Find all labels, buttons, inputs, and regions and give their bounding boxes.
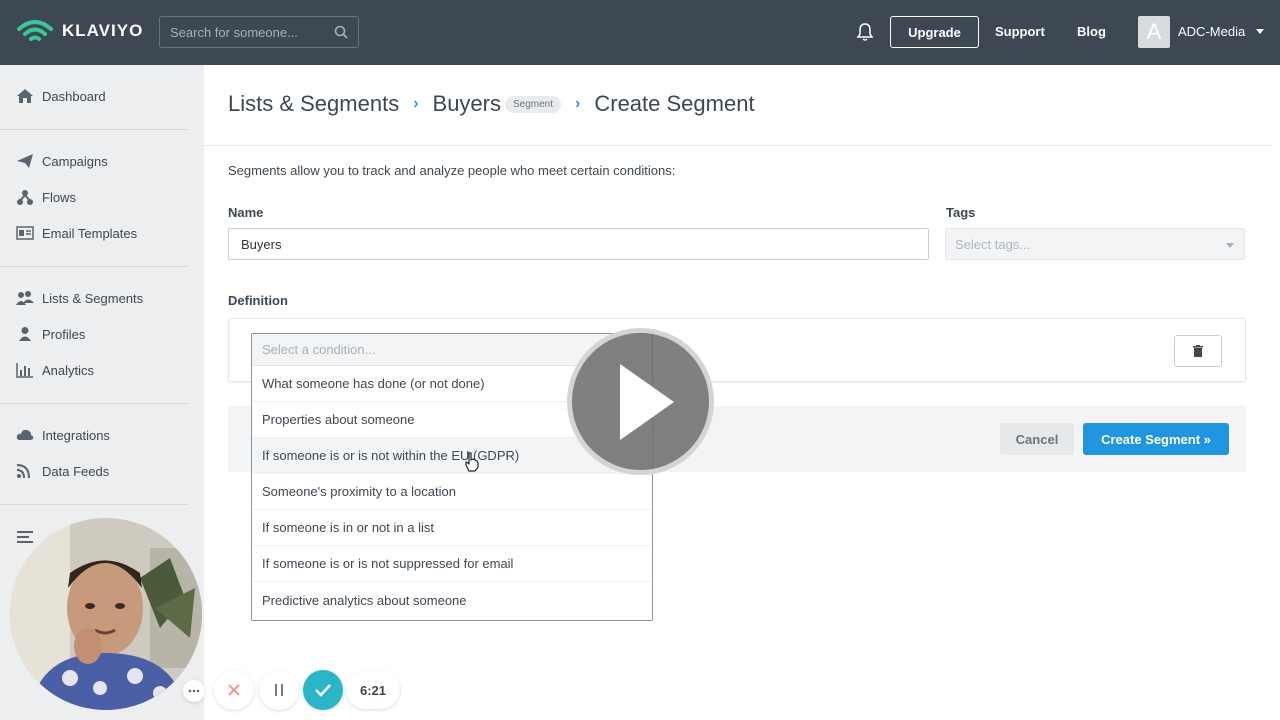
cancel-button[interactable]: Cancel	[1000, 423, 1074, 455]
logo-signal-icon	[17, 20, 53, 41]
sidebar-item-email-templates[interactable]: Email Templates	[16, 223, 137, 243]
bell-icon[interactable]	[855, 22, 875, 42]
sidebar-item-label: Email Templates	[42, 225, 138, 241]
name-field[interactable]: Buyers	[228, 228, 929, 260]
sidebar-item-label: Dashboard	[42, 88, 106, 104]
trash-icon	[1193, 345, 1203, 357]
support-link[interactable]: Support	[995, 24, 1045, 39]
sidebar-item-integrations[interactable]: Integrations	[16, 425, 110, 445]
sidebar-item-campaigns[interactable]: Campaigns	[16, 151, 108, 171]
sidebar-item-analytics[interactable]: Analytics	[16, 360, 94, 380]
user-icon	[19, 327, 31, 341]
hand-cursor-icon	[465, 452, 479, 472]
tags-label: Tags	[946, 205, 976, 220]
chevron-down-icon[interactable]	[1256, 29, 1264, 34]
condition-option[interactable]: Predictive analytics about someone	[252, 582, 652, 618]
video-play-button[interactable]	[567, 328, 714, 475]
search-input[interactable]: Search for someone...	[159, 16, 359, 48]
name-field-value: Buyers	[241, 236, 282, 252]
home-icon	[17, 89, 33, 103]
top-navbar: KLAVIYO Search for someone... Upgrade Su…	[0, 0, 1280, 65]
sidebar-item-label: Flows	[42, 189, 76, 205]
flows-icon	[17, 190, 33, 205]
pause-recording-button[interactable]	[259, 670, 299, 710]
rss-icon	[16, 464, 30, 479]
sidebar-item-label: Campaigns	[42, 153, 108, 169]
intro-text: Segments allow you to track and analyze …	[228, 163, 676, 178]
more-options-button[interactable]	[183, 680, 205, 702]
avatar[interactable]: A	[1138, 16, 1170, 48]
sidebar-item-label: Data Feeds	[42, 463, 110, 479]
sidebar-item-profiles[interactable]: Profiles	[16, 324, 85, 344]
search-icon	[334, 25, 348, 39]
chevron-right-icon: ›	[413, 95, 419, 112]
more-icon	[188, 689, 200, 693]
cloud-icon	[16, 429, 34, 440]
sidebar-item-dashboard[interactable]: Dashboard	[16, 86, 106, 106]
sidebar-item-data-feeds[interactable]: Data Feeds	[16, 461, 109, 481]
tags-select[interactable]: Select tags...	[945, 228, 1245, 260]
webcam-person-image	[10, 518, 202, 710]
cancel-recording-button[interactable]	[214, 670, 254, 710]
sidebar-divider	[0, 504, 188, 505]
delete-condition-button[interactable]	[1174, 335, 1222, 367]
breadcrumb-buyers[interactable]: Buyers	[433, 91, 501, 117]
sidebar-item-label: Lists & Segments	[42, 290, 144, 306]
sidebar-item-label: Profiles	[42, 326, 86, 342]
klaviyo-logo[interactable]: KLAVIYO	[16, 18, 143, 44]
condition-option[interactable]: If someone is in or not in a list	[252, 510, 652, 546]
template-icon	[16, 226, 34, 240]
blog-link[interactable]: Blog	[1077, 24, 1106, 39]
account-name[interactable]: ADC-Media	[1178, 24, 1245, 39]
tags-placeholder: Select tags...	[955, 236, 1031, 252]
logo-text: KLAVIYO	[62, 21, 144, 40]
finish-recording-button[interactable]	[303, 670, 343, 710]
sidebar-divider	[0, 266, 188, 267]
close-icon	[228, 684, 240, 696]
chevron-right-icon: ›	[575, 95, 581, 112]
list-icon[interactable]	[16, 529, 34, 545]
pause-icon	[275, 684, 283, 696]
definition-label: Definition	[228, 293, 288, 308]
play-icon	[619, 363, 674, 440]
create-segment-button[interactable]: Create Segment »	[1083, 423, 1229, 455]
segment-badge: Segment	[505, 95, 562, 113]
sidebar-item-label: Integrations	[42, 427, 110, 443]
breadcrumb: Lists & Segments › Buyers Segment › Crea…	[228, 91, 755, 117]
search-placeholder: Search for someone...	[170, 24, 298, 40]
sidebar-divider	[0, 129, 188, 130]
chevron-down-icon	[1226, 243, 1234, 248]
bar-chart-icon	[16, 363, 33, 378]
webcam-preview[interactable]	[10, 518, 202, 710]
condition-option[interactable]: If someone is or is not suppressed for e…	[252, 546, 652, 582]
name-label: Name	[228, 205, 264, 220]
header-divider	[204, 145, 1272, 146]
page-title: Create Segment	[594, 91, 755, 116]
breadcrumb-lists-segments[interactable]: Lists & Segments	[228, 91, 399, 117]
paper-plane-icon	[17, 154, 33, 168]
sidebar-item-label: Analytics	[42, 362, 95, 378]
sidebar-divider	[0, 403, 188, 404]
users-icon	[16, 291, 34, 305]
condition-option[interactable]: Someone's proximity to a location	[252, 474, 652, 510]
sidebar-item-lists-segments[interactable]: Lists & Segments	[16, 288, 143, 308]
checkmark-icon	[315, 684, 331, 697]
recording-timer: 6:21	[346, 671, 400, 709]
sidebar-item-flows[interactable]: Flows	[16, 187, 76, 207]
upgrade-button[interactable]: Upgrade	[890, 16, 979, 48]
